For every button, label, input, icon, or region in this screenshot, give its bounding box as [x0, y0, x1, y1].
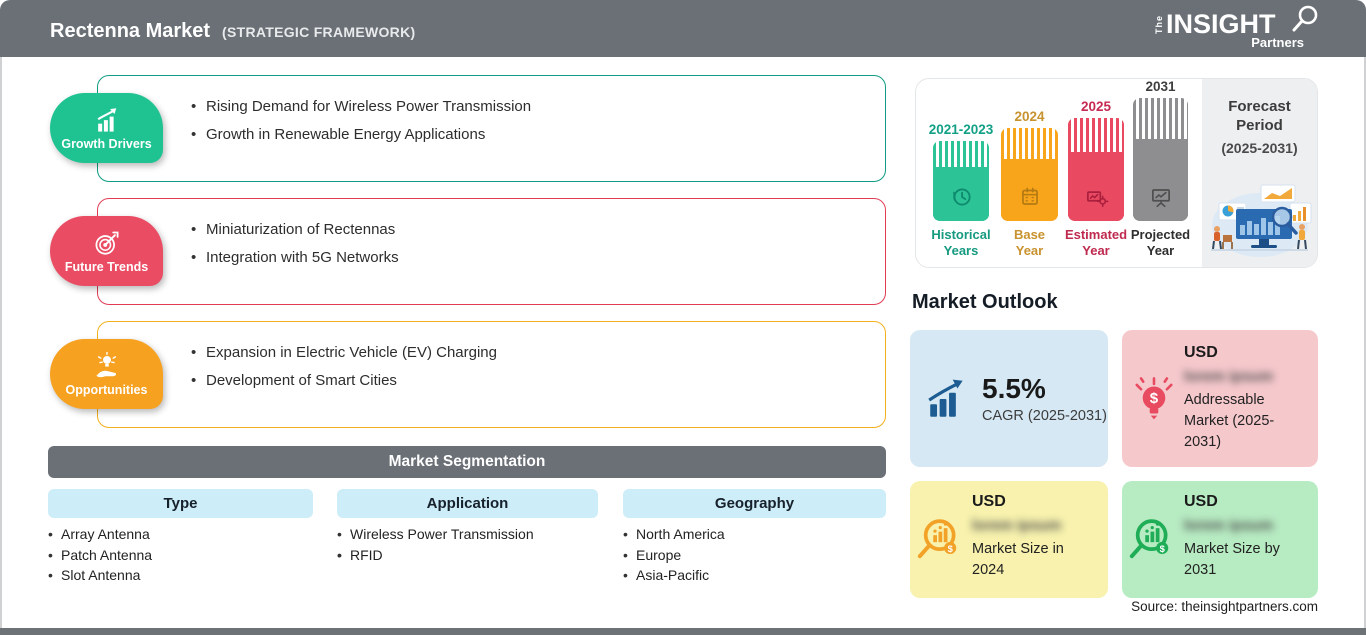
left-border [0, 57, 2, 628]
calendar-icon [1021, 187, 1038, 205]
market-outlook-title: Market Outlook [912, 291, 1058, 313]
opportunities-section: Expansion in Electric Vehicle (EV) Charg… [0, 321, 886, 428]
type-list: Array Antenna Patch Antenna Slot Antenna [48, 524, 152, 586]
list-item: Slot Antenna [48, 565, 152, 586]
forecast-period-title: Forecast Period [1228, 98, 1291, 134]
opportunity-item: Development of Smart Cities [191, 367, 885, 395]
list-item: RFID [337, 545, 534, 566]
cagr-label: CAGR (2025-2031) [982, 408, 1107, 424]
growth-driver-item: Rising Demand for Wireless Power Transmi… [191, 93, 885, 121]
base-year-bar: 2024 Base Year [1001, 79, 1058, 267]
logo-partners-text: Partners [1251, 35, 1304, 50]
timeline-bar [1001, 128, 1058, 221]
market-size-2024-card: $ USD lorem ipsum Market Size in 2024 [910, 481, 1108, 598]
logo-the-text: The [1154, 15, 1164, 35]
timeline-bar [1133, 98, 1188, 221]
future-trend-item: Miniaturization of Rectennas [191, 216, 885, 244]
svg-text:$: $ [1150, 390, 1159, 407]
svg-text:$: $ [948, 544, 954, 554]
timeline-bar [1068, 118, 1124, 221]
opportunity-item: Expansion in Electric Vehicle (EV) Charg… [191, 339, 885, 367]
research-timeline-panel: 2021-2023 Historical Years 2024 Base Yea… [915, 78, 1318, 268]
bar-category-label: Estimated Year [1064, 227, 1128, 258]
badge-label: Growth Drivers [61, 136, 152, 151]
footer-bar [0, 628, 1366, 635]
redacted-value: lorem ipsum [1184, 517, 1274, 534]
forecast-period-range: (2025-2031) [1221, 140, 1298, 156]
chart-gear-icon [1087, 191, 1109, 208]
bar-year-label: 2031 [1145, 79, 1176, 94]
bulb-hand-icon [95, 351, 116, 377]
cagr-card: 5.5% CAGR (2025-2031) [910, 330, 1108, 467]
segment-header-type: Type [48, 489, 313, 518]
growth-chart-icon [97, 107, 116, 132]
badge-label: Future Trends [64, 259, 149, 274]
source-attribution: Source: theinsightpartners.com [1131, 599, 1318, 614]
opportunities-box: Expansion in Electric Vehicle (EV) Charg… [97, 321, 886, 428]
presentation-icon [1151, 189, 1170, 208]
analysts-monitor-illustration [1211, 184, 1312, 257]
magnifier-chart-icon: $ [1129, 519, 1169, 559]
currency-label: USD [1184, 493, 1218, 510]
forecast-period-panel: Forecast Period (2025-2031) [1202, 79, 1317, 267]
projected-year-bar: 2031 Projected Year [1130, 79, 1191, 267]
addressable-market-card: $ USD lorem ipsum Addressable Market (20… [1122, 330, 1318, 467]
future-trend-item: Integration with 5G Networks [191, 244, 885, 272]
cagr-value: 5.5% [982, 373, 1046, 404]
growth-driver-item: Growth in Renewable Energy Applications [191, 121, 885, 149]
bulb-dollar-icon: $ [1135, 377, 1173, 420]
list-item: North America [623, 524, 725, 545]
list-item: Patch Antenna [48, 545, 152, 566]
header-bar: Rectenna Market (STRATEGIC FRAMEWORK) Th… [0, 0, 1366, 57]
page-title: Rectenna Market [50, 20, 211, 42]
redacted-value: lorem ipsum [972, 517, 1062, 534]
currency-label: USD [1184, 344, 1218, 361]
badge-label: Opportunities [65, 382, 148, 397]
segment-header-geography: Geography [623, 489, 886, 518]
magnifier-icon [1292, 5, 1318, 32]
bar-category-label: Historical Years [931, 227, 991, 258]
infographic-canvas: Rectenna Market (STRATEGIC FRAMEWORK) Th… [0, 0, 1366, 635]
growth-drivers-box: Rising Demand for Wireless Power Transmi… [97, 75, 886, 182]
list-item: Asia-Pacific [623, 565, 725, 586]
list-item: Europe [623, 545, 725, 566]
bar-category-label: Base Year [1013, 227, 1046, 258]
future-trends-badge: Future Trends [50, 216, 163, 286]
market-segmentation-header: Market Segmentation [48, 446, 886, 478]
application-list: Wireless Power Transmission RFID [337, 524, 534, 565]
card-label: Addressable Market (2025-2031) [1184, 392, 1275, 450]
redacted-value: lorem ipsum [1184, 368, 1274, 385]
currency-label: USD [972, 493, 1006, 510]
market-size-2031-card: $ USD lorem ipsum Market Size by 2031 [1122, 481, 1318, 598]
insight-partners-logo: The INSIGHT Partners [1154, 5, 1318, 51]
page-subtitle: (STRATEGIC FRAMEWORK) [222, 24, 416, 40]
growth-bars-arrow-icon [928, 379, 963, 417]
list-item: Array Antenna [48, 524, 152, 545]
growth-drivers-badge: Growth Drivers [50, 93, 163, 163]
list-item: Wireless Power Transmission [337, 524, 534, 545]
card-label: Market Size by 2031 [1184, 541, 1280, 578]
historical-years-bar: 2021-2023 Historical Years [929, 79, 994, 267]
geography-list: North America Europe Asia-Pacific [623, 524, 725, 586]
future-trends-section: Miniaturization of Rectennas Integration… [0, 198, 886, 305]
magnifier-chart-icon: $ [917, 519, 957, 559]
history-clock-icon [952, 188, 971, 206]
future-trends-box: Miniaturization of Rectennas Integration… [97, 198, 886, 305]
segment-header-application: Application [337, 489, 598, 518]
bar-year-label: 2025 [1080, 99, 1112, 114]
estimated-year-bar: 2025 Estimated Year [1064, 79, 1128, 267]
bar-year-label: 2021-2023 [928, 122, 994, 137]
target-dart-icon [95, 231, 118, 255]
card-label: Market Size in 2024 [972, 541, 1064, 578]
opportunities-badge: Opportunities [50, 339, 163, 409]
bar-category-label: Projected Year [1130, 227, 1191, 258]
bar-year-label: 2024 [1014, 109, 1045, 124]
timeline-bar [933, 141, 989, 221]
svg-text:$: $ [1160, 544, 1166, 554]
growth-drivers-section: Rising Demand for Wireless Power Transmi… [0, 75, 886, 182]
